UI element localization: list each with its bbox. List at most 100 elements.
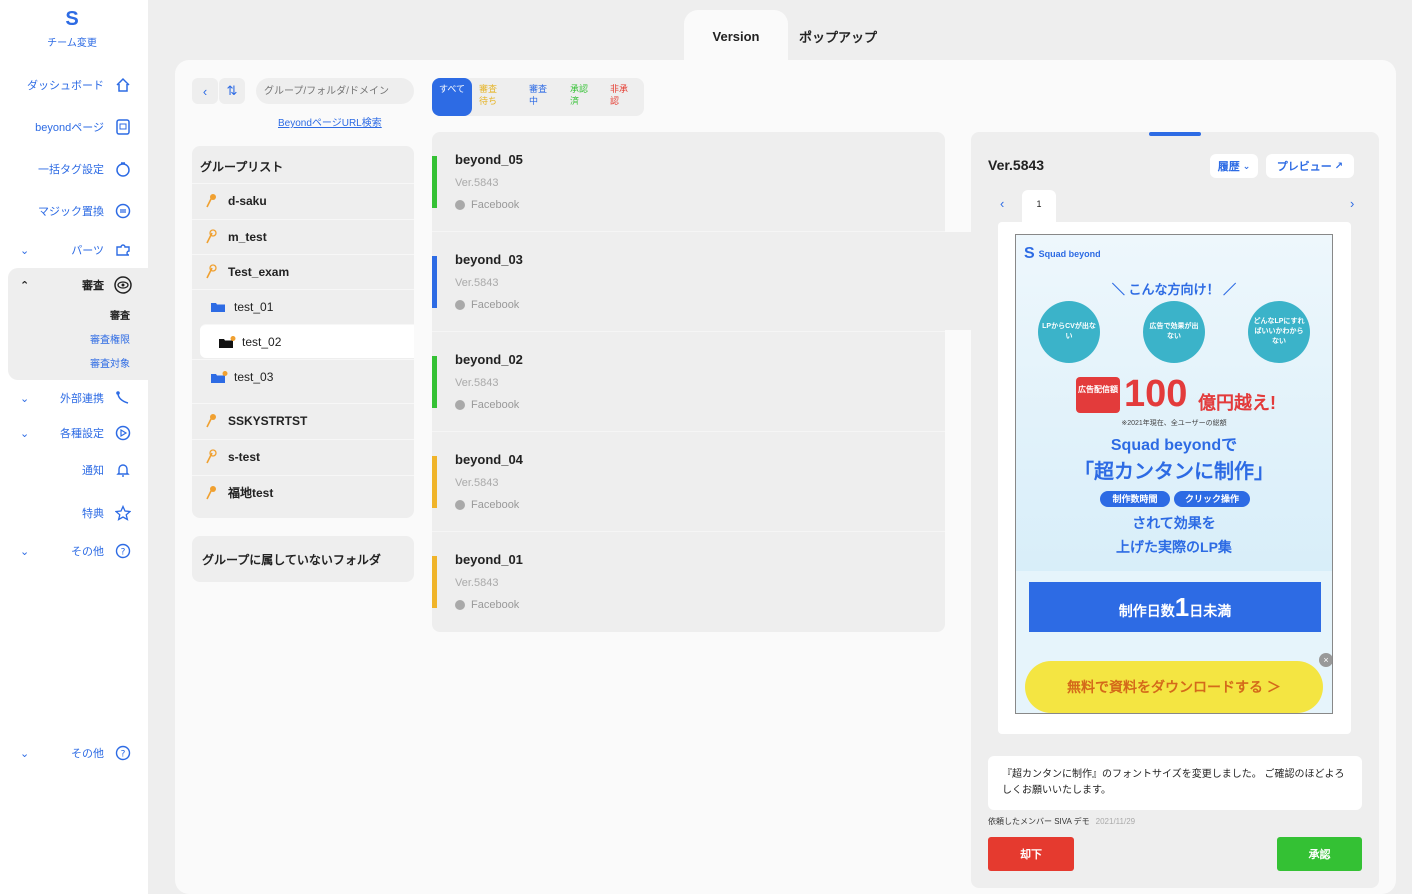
- sidebar-item-settings[interactable]: ⌄ 各種設定: [0, 418, 148, 448]
- sidebar-item-label: 審査: [82, 280, 104, 292]
- sidebar-item-bulk-tag[interactable]: 一括タグ設定: [0, 154, 148, 184]
- chevron-down-icon[interactable]: ⌄: [20, 244, 29, 257]
- ungrouped-folders[interactable]: グループに属していないフォルダ: [192, 536, 414, 582]
- review-comment: 『超カンタンに制作』のフォントサイズを変更しました。 ご確認のほどよろしくお願い…: [988, 756, 1362, 810]
- sidebar-item-review[interactable]: ⌃ 審査: [0, 270, 148, 300]
- prev-page-arrow[interactable]: ‹: [1000, 196, 1004, 211]
- group-item[interactable]: d-saku: [192, 183, 414, 217]
- tag-icon: [114, 160, 132, 178]
- version-item-selected[interactable]: beyond_03 Ver.5843 Facebook: [432, 232, 945, 332]
- sidebar-sub-review[interactable]: 審査: [110, 307, 130, 322]
- sidebar: S チーム変更 ダッシュボード beyondページ 一括タグ設定 マジック置換 …: [0, 0, 148, 894]
- version-name: beyond_05: [455, 152, 523, 167]
- folder-item[interactable]: test_01: [192, 289, 414, 323]
- group-pin-icon: [204, 193, 222, 209]
- sidebar-sub-review-target[interactable]: 審査対象: [90, 355, 130, 370]
- group-item-label: m_test: [228, 229, 267, 244]
- chevron-down-icon[interactable]: ⌄: [20, 427, 29, 440]
- help-icon: ?: [114, 744, 132, 762]
- history-label: 履歴: [1217, 161, 1240, 173]
- settings-icon: [114, 424, 132, 442]
- lp-logo: S Squad beyond: [1024, 245, 1101, 263]
- facebook-icon: [455, 400, 465, 410]
- approve-button[interactable]: 承認: [1277, 837, 1362, 871]
- version-number: Ver.5843: [455, 277, 499, 289]
- chevron-up-icon[interactable]: ⌃: [20, 279, 29, 292]
- version-number: Ver.5843: [455, 177, 499, 189]
- close-icon: ×: [1319, 653, 1332, 667]
- reject-button[interactable]: 却下: [988, 837, 1074, 871]
- tab-popup[interactable]: ポップアップ: [786, 10, 890, 62]
- sidebar-sub-review-permission[interactable]: 審査権限: [90, 331, 130, 346]
- platform: Facebook: [455, 399, 519, 411]
- history-dropdown[interactable]: 履歴 ⌄: [1210, 154, 1258, 178]
- filter-all[interactable]: すべて: [432, 78, 472, 116]
- filter-in-review[interactable]: 審査中: [522, 78, 562, 116]
- lp-note: ※2021年現在、全ユーザーの総額: [1121, 420, 1227, 427]
- group-pin-icon: [204, 485, 222, 501]
- sidebar-item-benefit[interactable]: 特典: [0, 498, 148, 528]
- requester-info: 依頼したメンバー SIVA デモ 2021/11/29: [988, 816, 1135, 827]
- status-bar: [432, 356, 437, 408]
- sidebar-item-magic-replace[interactable]: マジック置換: [0, 196, 148, 226]
- sidebar-item-other-bottom[interactable]: ⌄ その他 ?: [0, 738, 148, 768]
- lp-bubble: LPからCVが出ない: [1038, 301, 1100, 363]
- folder-item-selected[interactable]: test_02: [200, 324, 414, 358]
- lp-days-big: 1: [1174, 592, 1190, 622]
- filter-pending[interactable]: 審査待ち: [472, 78, 512, 116]
- chevron-down-icon[interactable]: ⌄: [20, 747, 29, 760]
- chevron-down-icon[interactable]: ⌄: [20, 545, 29, 558]
- search-input[interactable]: [256, 78, 414, 104]
- eye-icon: [114, 276, 132, 294]
- home-icon: [114, 76, 132, 94]
- group-item[interactable]: m_test: [192, 219, 414, 253]
- group-item-label: s-test: [228, 449, 261, 464]
- sidebar-item-notification[interactable]: 通知: [0, 455, 148, 485]
- sidebar-item-beyond-page[interactable]: beyondページ: [0, 112, 148, 142]
- sidebar-item-dashboard[interactable]: ダッシュボード: [0, 70, 148, 100]
- folder-item-label: test_01: [234, 299, 274, 314]
- folder-item[interactable]: test_03: [192, 359, 414, 393]
- group-item[interactable]: s-test: [192, 439, 414, 473]
- tab-version[interactable]: Version: [684, 10, 788, 62]
- sort-button[interactable]: ⇅: [219, 78, 245, 104]
- sidebar-item-integration[interactable]: ⌄ 外部連携: [0, 383, 148, 413]
- folder-item-label: test_02: [242, 334, 282, 349]
- chevron-down-icon[interactable]: ⌄: [20, 392, 29, 405]
- platform-label: Facebook: [471, 499, 520, 511]
- lp-badge: 広告配信額: [1076, 377, 1120, 413]
- help-icon: ?: [114, 542, 132, 560]
- platform-label: Facebook: [471, 599, 520, 611]
- sidebar-item-parts[interactable]: ⌄ パーツ: [0, 235, 148, 265]
- status-filter: すべて 審査待ち 審査中 承認済 非承認: [432, 78, 644, 116]
- lp-pill: 制作数時間: [1100, 491, 1170, 507]
- group-item[interactable]: 福地test: [192, 475, 414, 509]
- version-item[interactable]: beyond_04 Ver.5843 Facebook: [432, 432, 945, 532]
- url-search-link[interactable]: BeyondページURL検索: [278, 114, 382, 129]
- group-item[interactable]: SSKYSTRTST: [192, 403, 414, 437]
- version-item[interactable]: beyond_05 Ver.5843 Facebook: [432, 132, 945, 232]
- next-page-arrow[interactable]: ›: [1350, 196, 1354, 211]
- version-item[interactable]: beyond_01 Ver.5843 Facebook: [432, 532, 945, 632]
- preview-button[interactable]: プレビュー ↗: [1266, 154, 1354, 178]
- sidebar-item-label: ダッシュボード: [27, 80, 104, 92]
- sidebar-item-label: パーツ: [71, 245, 104, 257]
- filter-rejected[interactable]: 非承認: [603, 78, 643, 116]
- svg-text:?: ?: [121, 750, 126, 760]
- status-bar: [432, 456, 437, 508]
- group-pin-icon: [204, 413, 222, 429]
- page-tab-1[interactable]: 1: [1022, 190, 1056, 222]
- lp-pill: クリック操作: [1174, 491, 1250, 507]
- lp-cta: 無料で資料をダウンロードする ＞: [1025, 661, 1323, 713]
- sidebar-item-label: 特典: [82, 508, 104, 520]
- platform: Facebook: [455, 499, 519, 511]
- version-item[interactable]: beyond_02 Ver.5843 Facebook: [432, 332, 945, 432]
- filter-approved[interactable]: 承認済: [563, 78, 603, 116]
- team-switcher[interactable]: S チーム変更: [42, 8, 102, 49]
- back-button[interactable]: ‹: [192, 78, 218, 104]
- sidebar-item-other[interactable]: ⌄ その他 ?: [0, 536, 148, 566]
- sidebar-item-label: 各種設定: [60, 428, 104, 440]
- group-pin-icon: [204, 263, 222, 280]
- lp-kantan-line: 「超カンタンに制作」: [1074, 461, 1274, 483]
- group-item[interactable]: Test_exam: [192, 254, 414, 288]
